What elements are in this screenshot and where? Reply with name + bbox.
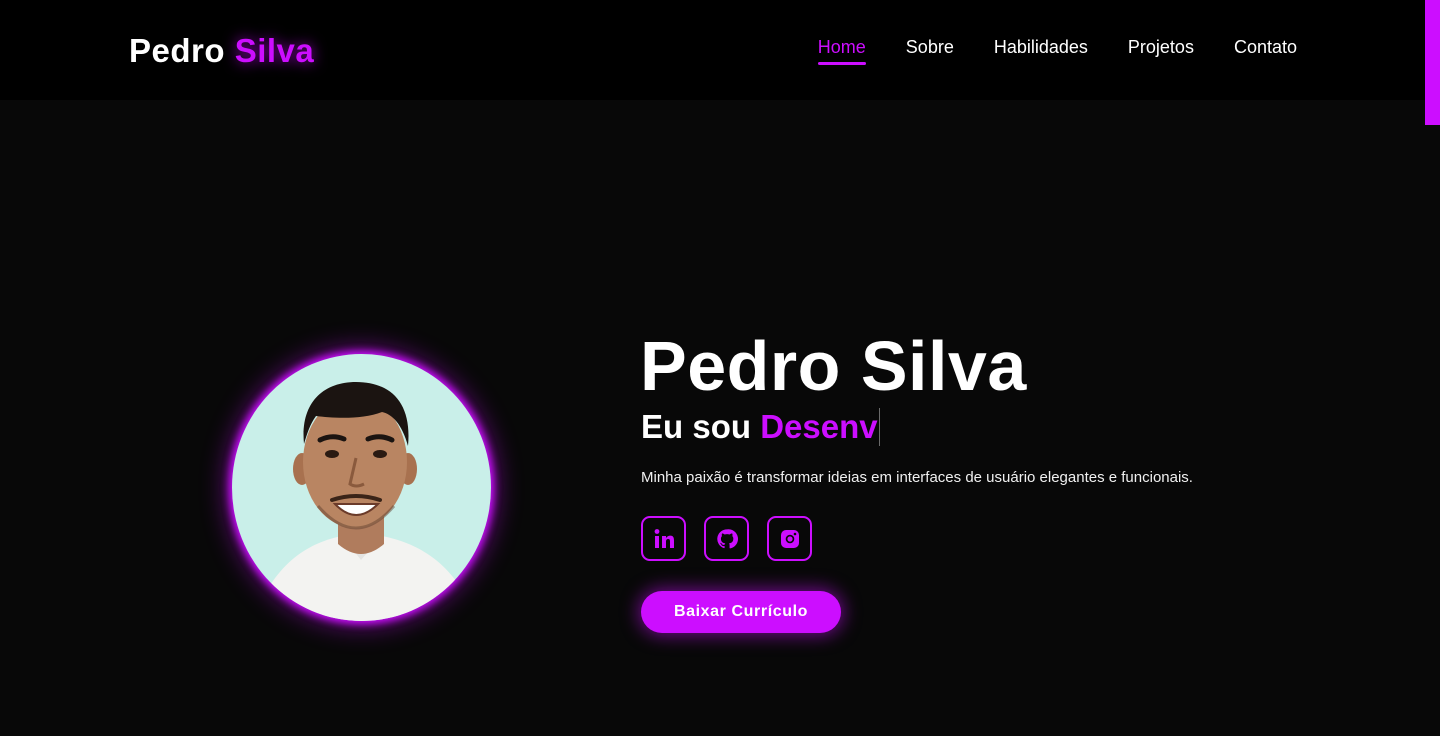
site-header: Pedro Silva Home Sobre Habilidades Proje… — [0, 0, 1440, 100]
typing-caret — [878, 408, 880, 446]
instagram-icon — [780, 529, 799, 548]
nav-contato[interactable]: Contato — [1234, 37, 1297, 62]
typed-role: Desenv — [760, 408, 878, 445]
nav-projetos[interactable]: Projetos — [1128, 37, 1194, 62]
logo-first-name: Pedro — [129, 32, 226, 69]
hero-subtitle: Eu sou Desenv — [641, 408, 880, 446]
nav-habilidades[interactable]: Habilidades — [994, 37, 1088, 62]
main-nav: Home Sobre Habilidades Projetos Contato — [817, 37, 1297, 65]
hero-title: Pedro Silva — [640, 327, 1027, 405]
social-links — [641, 516, 812, 561]
person-portrait-icon — [252, 382, 477, 621]
site-logo[interactable]: Pedro Silva — [129, 32, 314, 70]
subtitle-prefix: Eu sou — [641, 408, 761, 445]
logo-last-name: Silva — [234, 32, 315, 69]
github-link[interactable] — [704, 516, 749, 561]
hero-description: Minha paixão é transformar ideias em int… — [641, 469, 1193, 486]
download-cv-button[interactable]: Baixar Currículo — [641, 591, 841, 633]
instagram-link[interactable] — [767, 516, 812, 561]
linkedin-link[interactable] — [641, 516, 686, 561]
nav-home[interactable]: Home — [817, 37, 866, 65]
nav-sobre[interactable]: Sobre — [906, 37, 954, 62]
scrollbar-thumb[interactable] — [1425, 0, 1440, 125]
profile-photo — [232, 354, 491, 621]
linkedin-icon — [654, 528, 674, 548]
github-icon — [716, 528, 738, 548]
